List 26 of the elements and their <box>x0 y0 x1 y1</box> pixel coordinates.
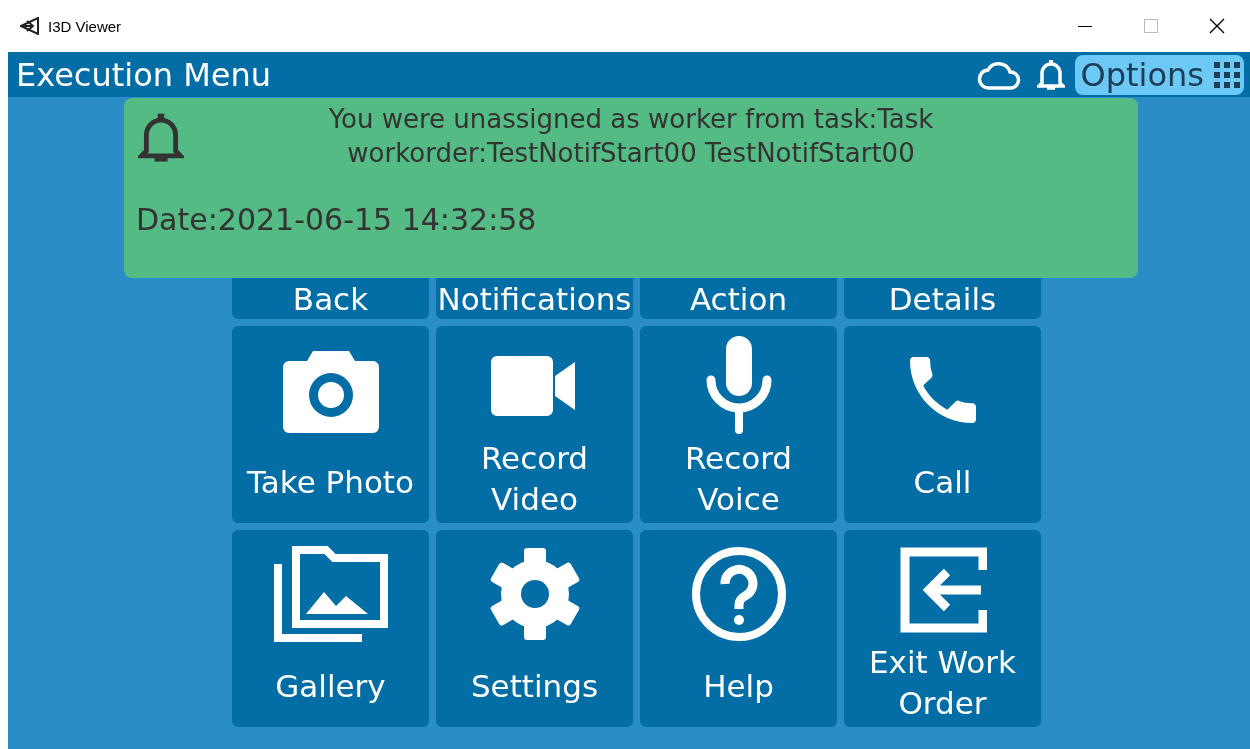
menu-tile[interactable]: Call <box>844 326 1041 523</box>
cloud-icon[interactable] <box>976 59 1023 90</box>
close-icon <box>1209 18 1225 34</box>
menu-tile[interactable]: Exit Work Order <box>844 530 1041 727</box>
menu-tile[interactable]: Help <box>640 530 837 727</box>
minimize-icon <box>1078 25 1092 27</box>
menu-tile[interactable]: Record Voice <box>640 326 837 523</box>
notification-date: Date:2021-06-15 14:32:58 <box>136 202 537 237</box>
options-button[interactable]: Options <box>1074 54 1244 95</box>
window-title: I3D Viewer <box>48 17 123 35</box>
gallery-icon <box>273 546 388 642</box>
grid-icon <box>1214 61 1240 88</box>
microphone-icon <box>705 336 772 437</box>
maximize-icon <box>1144 19 1158 33</box>
menu-tile[interactable]: Take Photo <box>232 326 429 523</box>
app-logo-icon <box>20 17 40 35</box>
bell-icon <box>138 112 184 164</box>
notification-message: workorder:TestNotifStart00 TestNotifStart00 <box>347 137 915 170</box>
menu-tile[interactable]: Record Video <box>436 326 633 523</box>
menu-tile[interactable]: Settings <box>436 530 633 727</box>
help-icon <box>690 546 787 642</box>
menu-tile[interactable]: Gallery <box>232 530 429 727</box>
exit-icon <box>898 546 987 635</box>
bell-icon[interactable] <box>1036 58 1065 91</box>
screen-title: Execution Menu <box>16 55 273 94</box>
notification-message: You were unassigned as worker from task:Task <box>328 103 934 136</box>
